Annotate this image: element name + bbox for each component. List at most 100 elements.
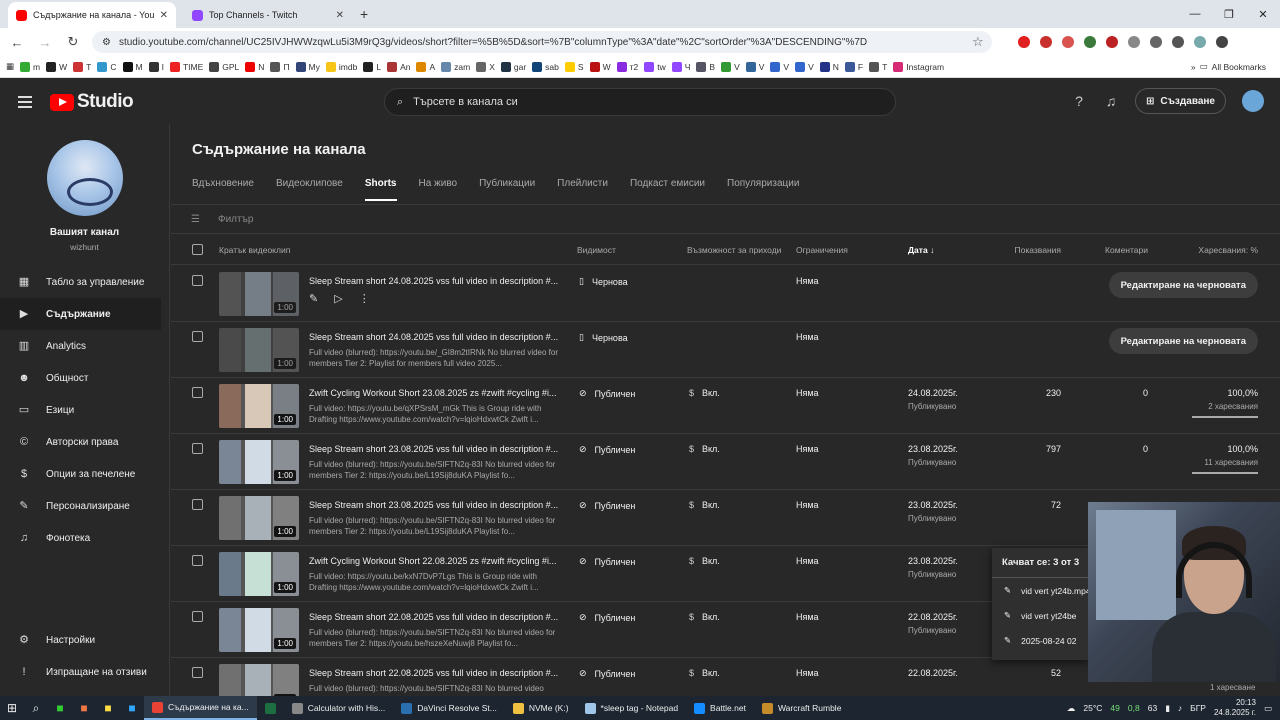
table-row[interactable]: 1:00 Sleep Stream short 23.08.2025 vss fu… [171, 434, 1280, 490]
profile-icon[interactable] [1193, 36, 1206, 48]
bookmark-item[interactable]: S [564, 61, 584, 72]
bookmark-item[interactable]: tw [644, 61, 666, 72]
sidebar-item-settings[interactable]: ⚙ Настройки [0, 624, 162, 656]
tab-2[interactable]: Shorts [364, 178, 397, 201]
site-info-icon[interactable]: ⚙ [102, 37, 111, 48]
bookmark-item[interactable]: N [819, 61, 839, 72]
sidebar-item-copyright[interactable]: © Авторски права [0, 426, 161, 458]
column-header-date[interactable]: Дата ↓ [908, 245, 934, 255]
video-title[interactable]: Zwift Cycling Workout Short 22.08.2025 z… [309, 556, 556, 566]
volume-icon[interactable]: ♪ [1178, 703, 1182, 713]
taskbar-app[interactable]: *sleep tag - Notepad [577, 696, 687, 720]
network-icon[interactable]: ▮ [1165, 703, 1170, 714]
bookmark-item[interactable]: gar [500, 61, 526, 72]
table-row[interactable]: 1:00 Zwift Cycling Workout Short 23.08.20… [171, 378, 1280, 434]
bookmark-item[interactable]: W [589, 61, 611, 72]
hamburger-menu-icon[interactable] [18, 96, 32, 108]
weather-icon[interactable]: ☁ [1067, 703, 1076, 714]
taskbar-app[interactable]: Calculator with His... [284, 696, 393, 720]
table-row[interactable]: 1:00 Sleep Stream short 24.08.2025 vss fu… [171, 266, 1280, 322]
close-tab-icon[interactable]: ✕ [336, 10, 344, 21]
row-checkbox[interactable] [192, 275, 203, 286]
sidebar-item-customization[interactable]: ✎ Персонализиране [0, 490, 161, 522]
visibility-cell[interactable]: ⊘ Публичен [579, 668, 635, 679]
bookmark-item[interactable]: TIME [169, 61, 203, 72]
column-header-monetization[interactable]: Възможност за приходи [687, 245, 781, 255]
row-checkbox[interactable] [192, 331, 203, 342]
browser-tab-twitch[interactable]: Top Channels - Twitch ✕ [184, 2, 352, 28]
sidebar-item-dashboard[interactable]: ▦ Табло за управление [0, 266, 161, 298]
monetization-cell[interactable]: $ Вкл. [689, 388, 720, 398]
select-all-checkbox[interactable] [192, 244, 203, 255]
more-options-icon[interactable]: ⋮ [359, 292, 370, 305]
upload-item[interactable]: ✎ 2025-08-24 02 [992, 628, 1090, 653]
edit-draft-button[interactable]: Редактиране на черновата [1108, 328, 1258, 354]
column-header-visibility[interactable]: Видимост [577, 245, 616, 255]
url-input[interactable]: ⚙ studio.youtube.com/channel/UC25IVJHWWz… [92, 31, 992, 53]
sidebar-item-community[interactable]: ☻ Общност [0, 362, 161, 394]
sidebar-item-monetization[interactable]: $ Опции за печелене [0, 458, 161, 490]
bookmark-item[interactable]: An [387, 61, 410, 72]
bookmark-item-instagram[interactable]: Instagram [893, 61, 944, 72]
create-button[interactable]: ⊞ Създаване [1135, 88, 1226, 114]
filter-input[interactable]: Филтър [218, 214, 253, 225]
extension-icon[interactable] [1017, 36, 1030, 48]
all-bookmarks[interactable]: » ▭ All Bookmarks [1191, 61, 1274, 72]
tab-6[interactable]: Подкаст емисии [630, 178, 705, 201]
notifications-bell-icon[interactable]: ♫ [1103, 93, 1119, 109]
tab-1[interactable]: Видеоклипове [276, 178, 343, 201]
app-pin-icon[interactable]: ■ [72, 696, 96, 720]
sidebar-item-feedback[interactable]: ! Изпращане на отзиви [0, 656, 162, 688]
filter-icon[interactable]: ☰ [191, 214, 200, 225]
extension-icon[interactable] [1039, 36, 1052, 48]
video-thumbnail[interactable]: 1:00 [219, 496, 299, 540]
extension-icon[interactable] [1083, 36, 1096, 48]
extension-icon[interactable] [1105, 36, 1118, 48]
tab-4[interactable]: Публикации [479, 178, 535, 201]
visibility-cell[interactable]: ▯ Чернова [579, 276, 628, 287]
video-thumbnail[interactable]: 1:00 [219, 328, 299, 372]
app-pin-icon[interactable]: ■ [48, 696, 72, 720]
column-header-likes[interactable]: Харесвания: % [1198, 245, 1258, 255]
video-thumbnail[interactable]: 1:00 [219, 384, 299, 428]
visibility-cell[interactable]: ⊘ Публичен [579, 388, 635, 399]
bookmark-item[interactable]: V [721, 61, 740, 72]
bookmark-item[interactable]: П [270, 61, 290, 72]
taskbar-app[interactable]: Съдържание на ка... [144, 696, 257, 720]
edit-draft-button[interactable]: Редактиране на черновата [1108, 272, 1258, 298]
bookmark-item[interactable]: Ч [671, 61, 690, 72]
row-checkbox[interactable] [192, 387, 203, 398]
visibility-cell[interactable]: ▯ Чернова [579, 332, 628, 343]
video-thumbnail[interactable]: 1:00 [219, 440, 299, 484]
sidebar-item-content[interactable]: ▶ Съдържание [0, 298, 161, 330]
bookmark-item[interactable]: N [245, 61, 264, 72]
bookmark-item[interactable]: My [295, 61, 320, 72]
bookmark-item[interactable]: W [46, 61, 67, 72]
row-checkbox[interactable] [192, 667, 203, 678]
puzzle-icon[interactable] [1149, 36, 1162, 48]
notifications-icon[interactable]: ▭ [1264, 703, 1272, 714]
upload-item[interactable]: ✎ vid vert yt24b.mp4 [992, 578, 1090, 603]
app-pin-icon[interactable]: ■ [96, 696, 120, 720]
column-header-comments[interactable]: Коментари [1105, 245, 1148, 255]
bookmark-item[interactable]: F [844, 61, 863, 72]
visibility-cell[interactable]: ⊘ Публичен [579, 444, 635, 455]
video-title[interactable]: Zwift Cycling Workout Short 23.08.2025 z… [309, 388, 556, 398]
video-title[interactable]: Sleep Stream short 22.08.2025 vss full v… [309, 612, 558, 622]
close-tab-icon[interactable]: ✕ [160, 10, 168, 21]
bookmark-item[interactable]: T [869, 61, 887, 72]
help-icon[interactable]: ? [1071, 93, 1087, 109]
bookmark-item[interactable]: B [696, 61, 715, 72]
row-checkbox[interactable] [192, 499, 203, 510]
table-row[interactable]: 1:00 Sleep Stream short 24.08.2025 vss fu… [171, 322, 1280, 378]
channel-search-input[interactable]: ⌕ Търсете в канала си [384, 88, 896, 116]
windows-start-icon[interactable]: ⊞ [0, 696, 24, 720]
reload-icon[interactable]: ↻ [64, 34, 82, 50]
clock[interactable]: 20:13 24.8.2025 г. [1214, 698, 1256, 718]
tab-3[interactable]: На живо [419, 178, 458, 201]
menu-icon[interactable] [1171, 36, 1184, 48]
photoshop-icon[interactable]: ■ [120, 696, 144, 720]
bookmark-item[interactable]: V [795, 61, 814, 72]
video-thumbnail[interactable]: 1:00 [219, 272, 299, 316]
studio-logo[interactable]: Studio [50, 91, 134, 113]
